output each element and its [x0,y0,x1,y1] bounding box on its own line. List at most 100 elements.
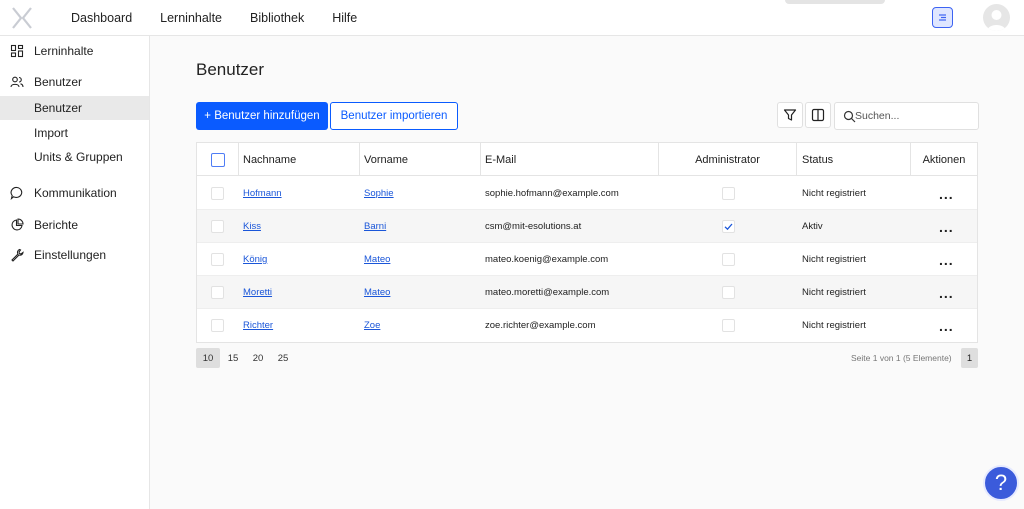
page-title: Benutzer [196,60,265,79]
help-button[interactable]: ? [983,465,1019,501]
column-header-administrator[interactable]: Administrator [659,143,796,176]
column-header-email[interactable]: E-Mail [485,143,516,176]
row-checkbox[interactable] [211,253,224,266]
table-header: Nachname Vorname E-Mail Administrator St… [197,143,977,176]
admin-checkbox[interactable] [722,220,735,233]
firstname-link[interactable]: Sophie [364,177,394,210]
top-navigation-bar: Dashboard Lerninhalte Bibliothek Hilfe [0,0,1024,36]
pie-chart-icon [11,218,24,231]
lastname-link[interactable]: König [243,243,267,276]
grid-icon [10,44,24,58]
add-user-button[interactable]: + Benutzer hinzufügen [196,102,328,130]
sidebar-subitem-benutzer[interactable]: Benutzer [0,96,149,120]
firstname-link[interactable]: Mateo [364,243,390,276]
sidebar-item-kommunikation[interactable]: Kommunikation [0,181,149,205]
table-row: Hofmann Sophie sophie.hofmann@example.co… [197,177,977,210]
table-row: Richter Zoe zoe.richter@example.com Nich… [197,309,977,342]
sidebar-item-benutzer[interactable]: Benutzer [0,70,149,94]
nav-hilfe[interactable]: Hilfe [332,11,357,25]
list-icon [939,14,946,21]
page-size-25[interactable]: 25 [271,348,295,368]
avatar[interactable] [983,4,1010,31]
sidebar: Lerninhalte Benutzer Benutzer Import Uni… [0,36,150,509]
sidebar-item-label: Units & Gruppen [34,150,123,164]
table-row: Kiss Barni csm@mit-esolutions.at Aktiv .… [197,210,977,243]
admin-checkbox[interactable] [722,286,735,299]
row-checkbox[interactable] [211,220,224,233]
row-actions-button[interactable]: ... [939,309,954,342]
import-users-button[interactable]: Benutzer importieren [330,102,458,130]
wrench-icon [11,248,24,262]
sidebar-item-lerninhalte[interactable]: Lerninhalte [0,39,149,63]
table-row: Moretti Mateo mateo.moretti@example.com … [197,276,977,309]
table-row: König Mateo mateo.koenig@example.com Nic… [197,243,977,276]
sidebar-item-label: Benutzer [34,101,83,115]
lastname-link[interactable]: Hofmann [243,177,282,210]
logo-icon[interactable] [10,6,34,30]
status-cell: Nicht registriert [802,188,866,199]
lastname-link[interactable]: Kiss [243,210,261,243]
row-actions-button[interactable]: ... [939,243,954,276]
lastname-link[interactable]: Richter [243,309,273,342]
sidebar-item-label: Lerninhalte [34,44,94,58]
status-cell: Nicht registriert [802,254,866,265]
sidebar-item-berichte[interactable]: Berichte [0,213,149,237]
sidebar-subitem-import[interactable]: Import [0,121,149,145]
row-checkbox[interactable] [211,319,224,332]
filter-button[interactable] [777,102,803,128]
top-nav-menu: Dashboard Lerninhalte Bibliothek Hilfe [71,0,357,36]
pagination-info: Seite 1 von 1 (5 Elemente) [851,353,952,363]
admin-checkbox[interactable] [722,253,735,266]
email-cell: csm@mit-esolutions.at [485,221,582,232]
firstname-link[interactable]: Barni [364,210,386,243]
page-size-10[interactable]: 10 [196,348,220,368]
page-size-20[interactable]: 20 [246,348,270,368]
select-all-cell [211,143,225,176]
row-actions-button[interactable]: ... [939,177,954,210]
panel-toggle-button[interactable] [932,7,953,28]
email-cell: mateo.moretti@example.com [485,287,610,298]
column-header-nachname[interactable]: Nachname [243,143,296,176]
users-table: Nachname Vorname E-Mail Administrator St… [196,142,978,343]
sidebar-subitem-units-gruppen[interactable]: Units & Gruppen [0,145,149,169]
columns-icon [811,108,825,122]
lastname-link[interactable]: Moretti [243,276,272,309]
sidebar-item-label: Berichte [34,218,79,232]
email-cell: zoe.richter@example.com [485,320,596,331]
page-size-15[interactable]: 15 [221,348,245,368]
chat-icon [10,186,23,200]
user-avatar-icon [987,10,1006,31]
users-icon [10,76,24,88]
column-header-vorname[interactable]: Vorname [364,143,408,176]
nav-bibliothek[interactable]: Bibliothek [250,11,304,25]
email-cell: mateo.koenig@example.com [485,254,609,265]
page-size-selector: 10 15 20 25 [196,348,296,368]
check-icon [724,223,733,231]
nav-dashboard[interactable]: Dashboard [71,11,132,25]
row-checkbox[interactable] [211,187,224,200]
sidebar-item-label: Einstellungen [34,248,107,262]
sidebar-item-einstellungen[interactable]: Einstellungen [0,243,149,267]
sidebar-item-label: Import [34,126,69,140]
nav-lerninhalte[interactable]: Lerninhalte [160,11,222,25]
search-input[interactable] [855,106,973,126]
search-box [834,102,979,130]
columns-button[interactable] [805,102,831,128]
status-cell: Aktiv [802,221,823,232]
sidebar-item-label: Benutzer [34,75,83,89]
row-actions-button[interactable]: ... [939,276,954,309]
firstname-link[interactable]: Mateo [364,276,390,309]
sidebar-item-label: Kommunikation [34,186,117,200]
row-checkbox[interactable] [211,286,224,299]
column-header-status[interactable]: Status [802,143,833,176]
status-cell: Nicht registriert [802,320,866,331]
email-cell: sophie.hofmann@example.com [485,188,619,199]
admin-checkbox[interactable] [722,187,735,200]
admin-checkbox[interactable] [722,319,735,332]
row-actions-button[interactable]: ... [939,210,954,243]
page-number-button[interactable]: 1 [961,348,978,368]
select-all-checkbox[interactable] [211,152,225,167]
firstname-link[interactable]: Zoe [364,309,380,342]
status-cell: Nicht registriert [802,287,866,298]
column-header-aktionen: Aktionen [922,153,966,166]
